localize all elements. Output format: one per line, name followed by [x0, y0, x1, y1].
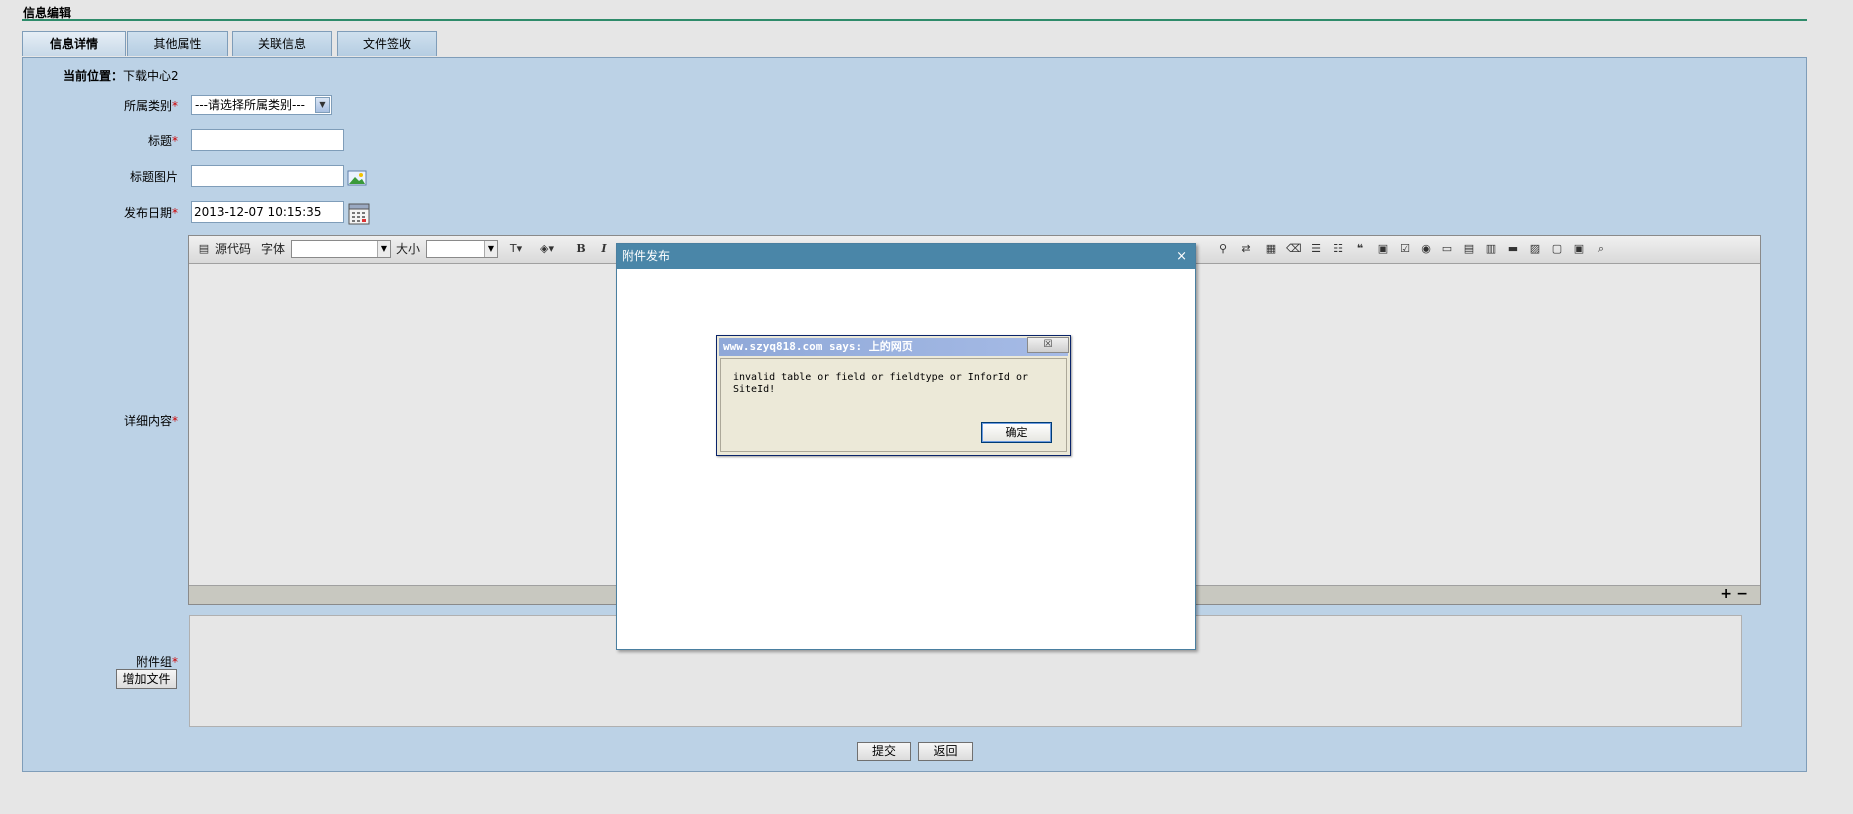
- title-label-text: 标题: [147, 134, 172, 148]
- chevron-down-icon[interactable]: ▼: [377, 241, 390, 257]
- attachments-label: 附件组*: [100, 653, 178, 670]
- tab-file-receipt[interactable]: 文件签收: [337, 31, 437, 56]
- image-icon[interactable]: [347, 168, 367, 188]
- insert-image-icon[interactable]: ▨: [1528, 242, 1542, 256]
- source-code-button[interactable]: 源代码: [215, 241, 251, 257]
- font-combo[interactable]: ▼: [291, 240, 391, 258]
- required-mark: *: [172, 414, 178, 428]
- required-mark: *: [172, 206, 178, 220]
- content-label: 详细内容*: [100, 412, 178, 429]
- tab-other-attributes[interactable]: 其他属性: [127, 31, 228, 56]
- preview-icon[interactable]: ⌕: [1594, 242, 1608, 256]
- category-selected-value: ---请选择所属类别---: [195, 98, 305, 112]
- save-icon[interactable]: ▣: [1376, 242, 1390, 256]
- radio-icon[interactable]: ◉: [1419, 242, 1433, 256]
- title-image-label: 标题图片: [129, 170, 178, 184]
- size-label: 大小: [396, 242, 421, 256]
- tab-info-detail[interactable]: 信息详情: [22, 31, 126, 56]
- category-select[interactable]: ---请选择所属类别--- ▼: [191, 95, 332, 115]
- tab-related-info[interactable]: 关联信息: [232, 31, 332, 56]
- textfield-icon[interactable]: ▭: [1440, 242, 1454, 256]
- category-label-text: 所属类别: [123, 99, 172, 113]
- eraser-icon[interactable]: ⌫: [1286, 242, 1302, 256]
- font-label: 字体: [261, 242, 286, 256]
- replace-icon[interactable]: ⇄: [1239, 242, 1253, 256]
- expand-editor-button[interactable]: +: [1720, 586, 1732, 602]
- preview-window-icon[interactable]: ▣: [1572, 242, 1586, 256]
- browser-alert-dialog: www.szyq818.com says: 上的网页 ☒ invalid tab…: [716, 335, 1071, 456]
- title-divider: [22, 19, 1807, 21]
- publish-date-label-text: 发布日期: [123, 206, 172, 220]
- modal-header: 附件发布 ×: [617, 244, 1195, 269]
- calendar-icon[interactable]: [348, 203, 370, 225]
- blockquote-icon[interactable]: ❝: [1353, 242, 1367, 256]
- submit-button[interactable]: 提交: [857, 742, 911, 761]
- textarea-icon[interactable]: ▤: [1462, 242, 1476, 256]
- ordered-list-icon[interactable]: ☰: [1309, 242, 1323, 256]
- unordered-list-icon[interactable]: ☷: [1331, 242, 1345, 256]
- select-field-icon[interactable]: ▥: [1484, 242, 1498, 256]
- size-combo[interactable]: ▼: [426, 240, 498, 258]
- source-code-icon[interactable]: ▤: [197, 242, 211, 256]
- modal-title: 附件发布: [622, 249, 671, 263]
- chevron-down-icon[interactable]: ▼: [315, 97, 330, 113]
- alert-message: invalid table or field or fieldtype or I…: [733, 372, 1029, 395]
- add-file-button[interactable]: 增加文件: [116, 669, 177, 689]
- find-icon[interactable]: ⚲: [1216, 242, 1230, 256]
- alert-title: www.szyq818.com says: 上的网页: [719, 338, 1068, 356]
- bold-button[interactable]: B: [574, 242, 588, 256]
- background-color-icon[interactable]: ◈▾: [535, 242, 559, 256]
- alert-close-icon[interactable]: ☒: [1027, 337, 1069, 353]
- table-icon[interactable]: ▦: [1264, 242, 1278, 256]
- italic-button[interactable]: I: [597, 242, 611, 256]
- checkbox-icon[interactable]: ☑: [1398, 242, 1412, 256]
- title-image-input[interactable]: [191, 165, 344, 187]
- title-input[interactable]: [191, 129, 344, 151]
- required-mark: *: [172, 99, 178, 113]
- attachments-label-text: 附件组: [135, 655, 172, 669]
- back-button[interactable]: 返回: [918, 742, 973, 761]
- category-label: 所属类别*: [100, 97, 178, 114]
- close-icon[interactable]: ×: [1176, 244, 1187, 269]
- required-mark: *: [172, 134, 178, 148]
- label-field-icon[interactable]: ▢: [1550, 242, 1564, 256]
- chevron-down-icon[interactable]: ▼: [484, 241, 497, 257]
- horizontal-rule-icon[interactable]: ▬: [1506, 242, 1520, 256]
- publish-date-label: 发布日期*: [100, 204, 178, 221]
- breadcrumb-prefix: 当前位置：: [63, 69, 124, 83]
- title-label: 标题*: [100, 132, 178, 149]
- breadcrumb: 当前位置：下载中心2: [63, 67, 179, 84]
- alert-ok-button[interactable]: 确定: [981, 422, 1052, 443]
- publish-date-input[interactable]: 2013-12-07 10:15:35: [191, 201, 344, 223]
- breadcrumb-value: 下载中心2: [123, 69, 179, 83]
- text-color-icon[interactable]: T▾: [505, 242, 527, 256]
- shrink-editor-button[interactable]: −: [1736, 586, 1748, 602]
- required-mark: *: [172, 655, 178, 669]
- content-label-text: 详细内容: [123, 414, 172, 428]
